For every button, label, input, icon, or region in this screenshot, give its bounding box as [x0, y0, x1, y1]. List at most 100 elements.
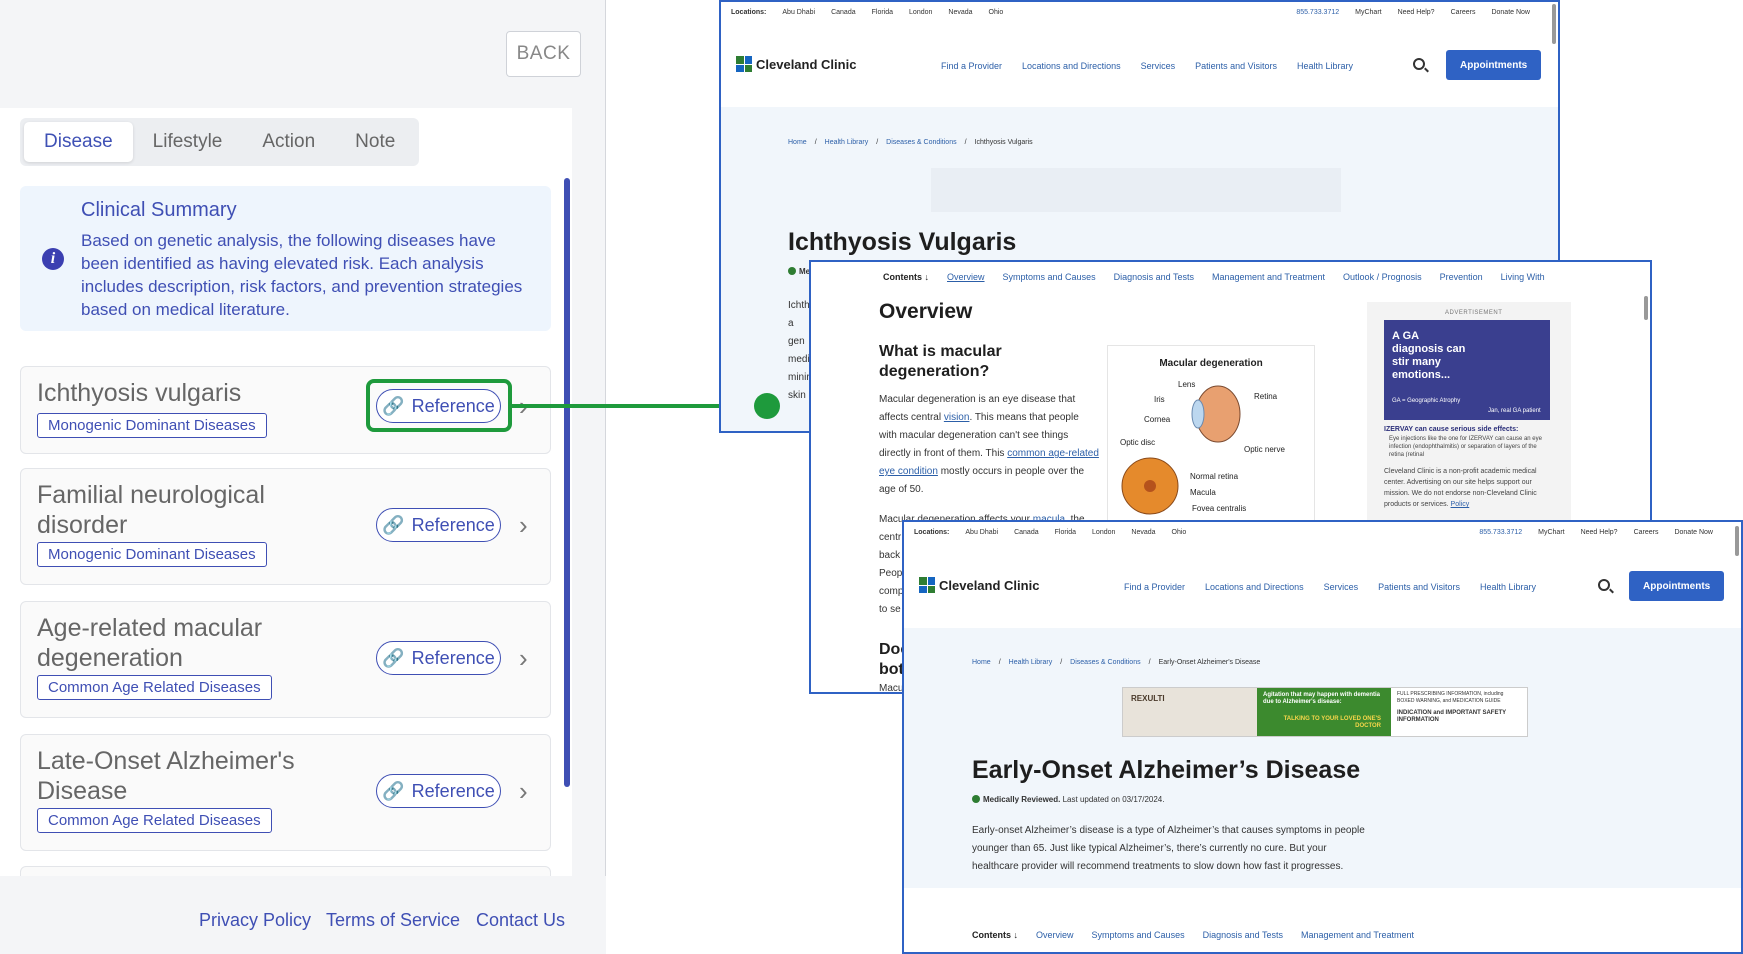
disease-category-tag: Monogenic Dominant Diseases	[37, 413, 267, 438]
reference-button[interactable]: 🔗 Reference	[376, 641, 501, 675]
nav-health-library[interactable]: Health Library	[1480, 582, 1536, 592]
ad-brand: REXULTI	[1131, 694, 1165, 703]
location-link[interactable]: Nevada	[948, 9, 972, 16]
search-icon[interactable]	[1413, 58, 1425, 70]
nav-find-provider[interactable]: Find a Provider	[1124, 582, 1185, 592]
breadcrumb: Home / Health Library / Diseases & Conditi…	[972, 659, 1261, 666]
crumb-home[interactable]: Home	[972, 659, 991, 666]
nav-health-library[interactable]: Health Library	[1297, 61, 1353, 71]
section-management[interactable]: Management and Treatment	[1212, 272, 1325, 282]
location-link[interactable]: Florida	[1055, 529, 1076, 536]
chevron-right-icon[interactable]: ›	[519, 645, 528, 671]
subheading: What is macular degeneration?	[879, 343, 1002, 380]
location-link[interactable]: Ohio	[989, 9, 1004, 16]
nav-locations[interactable]: Locations and Directions	[1205, 582, 1304, 592]
crumb-current: Ichthyosis Vulgaris	[974, 139, 1033, 146]
crumb-health-library[interactable]: Health Library	[825, 139, 869, 146]
page-title: Ichthyosis Vulgaris	[788, 228, 1017, 256]
location-link[interactable]: Canada	[831, 9, 856, 16]
donate-link[interactable]: Donate Now	[1674, 529, 1713, 536]
location-link[interactable]: Nevada	[1131, 529, 1155, 536]
section-prevention[interactable]: Prevention	[1440, 272, 1483, 282]
reference-highlight-box	[366, 379, 512, 432]
nav-patients[interactable]: Patients and Visitors	[1195, 61, 1277, 71]
label-lens: Lens	[1178, 380, 1196, 389]
disease-card[interactable]: Age-related macular degeneration Common …	[20, 601, 551, 718]
tab-note[interactable]: Note	[335, 122, 415, 162]
cleveland-clinic-logo[interactable]: Cleveland Clinic	[736, 56, 856, 72]
intro-paragraph: Early-onset Alzheimer’s disease is a typ…	[972, 825, 1365, 872]
mychart-link[interactable]: MyChart	[1538, 529, 1564, 536]
link-icon: 🔗	[382, 647, 405, 668]
contact-us-link[interactable]: Contact Us	[476, 910, 565, 931]
crumb-diseases[interactable]: Diseases & Conditions	[1070, 659, 1140, 666]
disease-card[interactable]: Late-Onset Alzheimer's Disease Common Ag…	[20, 734, 551, 851]
appointments-button[interactable]: Appointments	[1629, 571, 1725, 601]
location-link[interactable]: London	[909, 9, 932, 16]
privacy-policy-link[interactable]: Privacy Policy	[199, 910, 311, 931]
section-living-with[interactable]: Living With	[1501, 272, 1545, 282]
section-diagnosis[interactable]: Diagnosis and Tests	[1203, 930, 1283, 940]
label-cornea: Cornea	[1144, 415, 1171, 424]
window-scrollbar[interactable]	[1644, 296, 1648, 320]
ad-placeholder	[931, 168, 1341, 212]
window-scrollbar[interactable]	[1552, 4, 1556, 44]
section-diagnosis[interactable]: Diagnosis and Tests	[1114, 272, 1194, 282]
reference-label: Reference	[411, 780, 495, 801]
location-link[interactable]: Ohio	[1172, 529, 1187, 536]
donate-link[interactable]: Donate Now	[1491, 9, 1530, 16]
disease-card[interactable]	[20, 866, 551, 876]
location-link[interactable]: Abu Dhabi	[782, 9, 815, 16]
ad-sub: GA = Geographic Atrophy	[1392, 398, 1461, 404]
chevron-right-icon[interactable]: ›	[519, 512, 528, 538]
mychart-link[interactable]: MyChart	[1355, 9, 1381, 16]
search-icon[interactable]	[1598, 579, 1610, 591]
reference-label: Reference	[411, 514, 495, 535]
disease-card[interactable]: Familial neurological disorder Monogenic…	[20, 468, 551, 585]
policy-link[interactable]: Policy	[1451, 501, 1470, 508]
paragraph-3: Macu	[879, 683, 904, 694]
crumb-home[interactable]: Home	[788, 139, 807, 146]
tab-action[interactable]: Action	[242, 122, 335, 162]
tab-lifestyle[interactable]: Lifestyle	[133, 122, 243, 162]
reference-button[interactable]: 🔗 Reference	[376, 508, 501, 542]
nav-services[interactable]: Services	[1324, 582, 1359, 592]
section-outlook[interactable]: Outlook / Prognosis	[1343, 272, 1422, 282]
back-button[interactable]: BACK	[506, 31, 581, 77]
contents-dropdown[interactable]: Contents ↓	[972, 930, 1018, 940]
crumb-diseases[interactable]: Diseases & Conditions	[886, 139, 956, 146]
location-link[interactable]: Abu Dhabi	[965, 529, 998, 536]
section-symptoms[interactable]: Symptoms and Causes	[1003, 272, 1096, 282]
section-management[interactable]: Management and Treatment	[1301, 930, 1414, 940]
crumb-health-library[interactable]: Health Library	[1009, 659, 1053, 666]
careers-link[interactable]: Careers	[1451, 9, 1476, 16]
location-link[interactable]: Florida	[872, 9, 893, 16]
panel-scrollbar[interactable]	[564, 178, 570, 787]
nav-patients[interactable]: Patients and Visitors	[1378, 582, 1460, 592]
need-help-link[interactable]: Need Help?	[1398, 9, 1435, 16]
logo-icon	[919, 577, 935, 593]
nav-find-provider[interactable]: Find a Provider	[941, 61, 1002, 71]
need-help-link[interactable]: Need Help?	[1581, 529, 1618, 536]
contents-dropdown[interactable]: Contents ↓	[883, 272, 929, 282]
location-link[interactable]: London	[1092, 529, 1115, 536]
tab-disease[interactable]: Disease	[24, 122, 133, 162]
window-scrollbar[interactable]	[1735, 526, 1739, 556]
location-link[interactable]: Canada	[1014, 529, 1039, 536]
ad-image[interactable]: A GA diagnosis can stir many emotions...…	[1384, 320, 1550, 420]
terms-of-service-link[interactable]: Terms of Service	[326, 910, 460, 931]
cleveland-clinic-logo[interactable]: Cleveland Clinic	[919, 577, 1039, 593]
phone-link[interactable]: 855.733.3712	[1296, 9, 1339, 16]
ad-headline: Agitation that may happen with dementia …	[1263, 692, 1381, 705]
nav-locations[interactable]: Locations and Directions	[1022, 61, 1121, 71]
chevron-right-icon[interactable]: ›	[519, 778, 528, 804]
section-overview[interactable]: Overview	[1036, 930, 1074, 940]
reference-button[interactable]: 🔗 Reference	[376, 774, 501, 808]
section-symptoms[interactable]: Symptoms and Causes	[1092, 930, 1185, 940]
appointments-button[interactable]: Appointments	[1446, 50, 1542, 80]
nav-services[interactable]: Services	[1141, 61, 1176, 71]
phone-link[interactable]: 855.733.3712	[1479, 529, 1522, 536]
rexulti-banner-ad[interactable]: REXULTI Agitation that may happen with d…	[1122, 687, 1528, 737]
section-overview[interactable]: Overview	[947, 272, 985, 282]
careers-link[interactable]: Careers	[1634, 529, 1659, 536]
